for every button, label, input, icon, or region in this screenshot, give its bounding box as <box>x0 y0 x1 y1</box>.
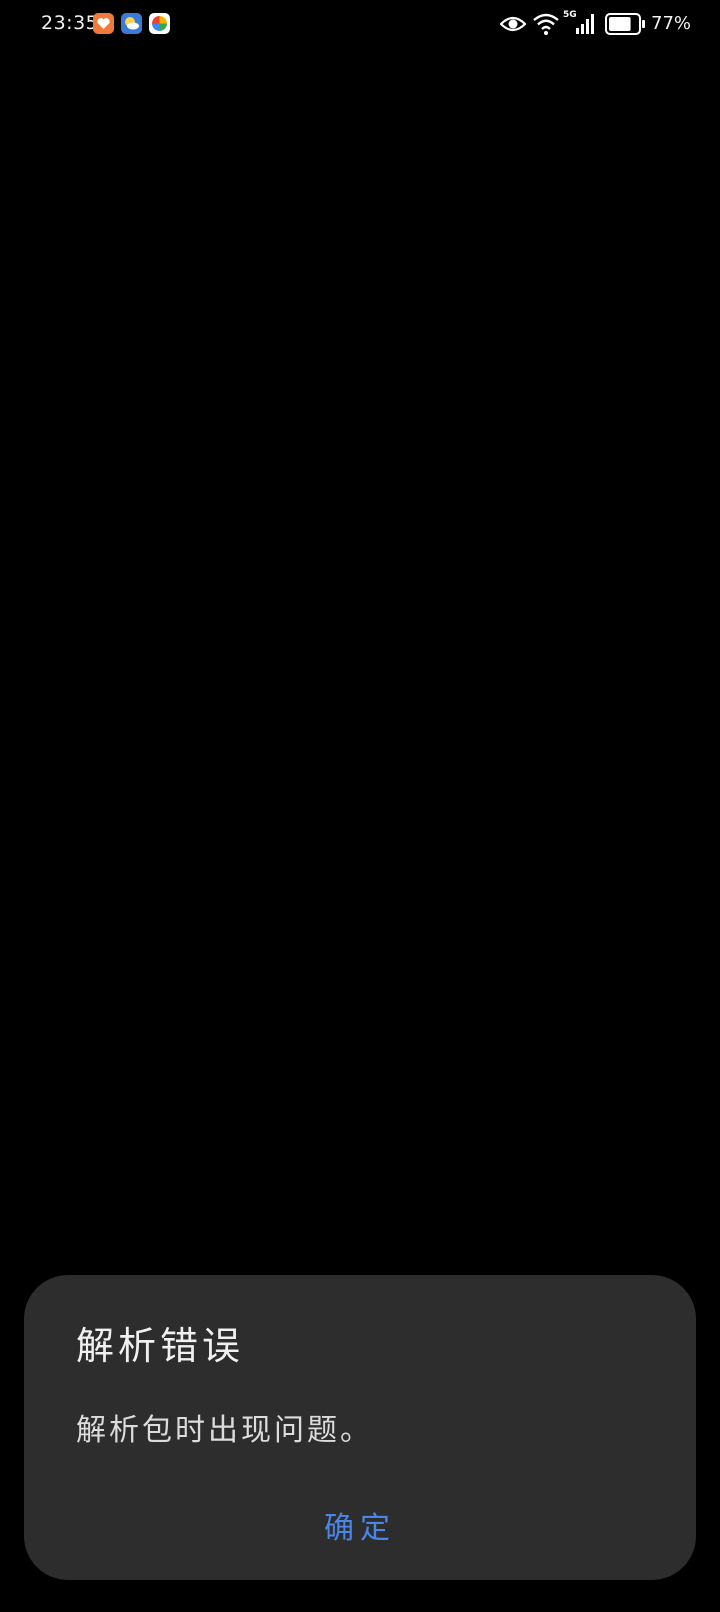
battery-icon <box>605 13 647 39</box>
health-app-icon <box>93 13 114 34</box>
pinwheel-app-icon <box>149 13 170 34</box>
confirm-button[interactable]: 确定 <box>24 1503 696 1547</box>
error-dialog: 解析错误 解析包时出现问题。 确定 <box>24 1275 696 1580</box>
screen: 23:35 5G 77% 解析错误 解析包时出现问题。 确定 <box>0 0 720 1612</box>
wifi-icon <box>532 12 560 40</box>
status-bar: 23:35 5G 77% <box>0 0 720 48</box>
dialog-title: 解析错误 <box>76 1324 245 1368</box>
weather-app-icon <box>121 13 142 34</box>
eye-comfort-icon <box>499 13 527 39</box>
battery-percentage: 77% <box>651 13 692 34</box>
dialog-message: 解析包时出现问题。 <box>76 1413 373 1448</box>
status-time: 23:35 <box>41 12 99 34</box>
cellular-signal-icon <box>563 10 599 40</box>
